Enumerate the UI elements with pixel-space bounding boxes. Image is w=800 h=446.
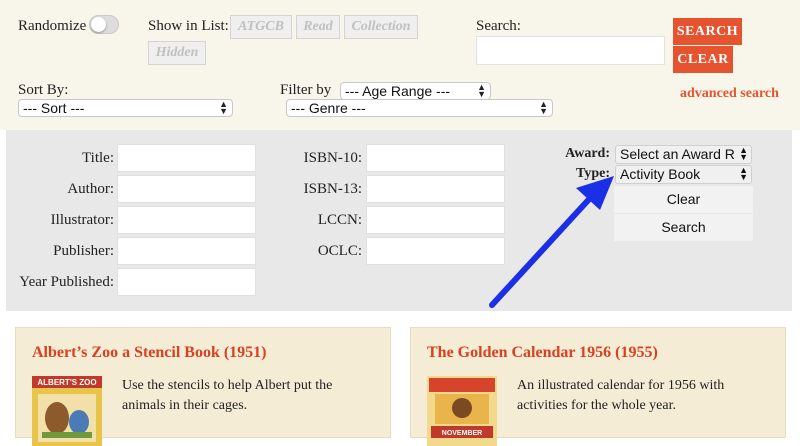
title-label: Title: bbox=[82, 150, 114, 166]
isbn10-label: ISBN-10: bbox=[303, 150, 362, 166]
chip-atgcb[interactable]: ATGCB bbox=[230, 15, 292, 39]
sort-by-label: Sort By: bbox=[18, 82, 69, 98]
isbn13-input[interactable] bbox=[366, 175, 505, 203]
publisher-label: Publisher: bbox=[53, 243, 114, 259]
publisher-input[interactable] bbox=[117, 237, 256, 265]
card-title[interactable]: Albert’s Zoo a Stencil Book (1951) bbox=[32, 344, 267, 362]
chip-hidden[interactable]: Hidden bbox=[148, 41, 206, 65]
search-input[interactable] bbox=[476, 36, 665, 65]
search-label: Search: bbox=[476, 18, 521, 34]
isbn10-input[interactable] bbox=[366, 144, 505, 172]
type-select[interactable]: Activity Book ▲ ▼ bbox=[615, 165, 752, 184]
type-select-value: Activity Book bbox=[620, 166, 701, 182]
advanced-search-link[interactable]: advanced search bbox=[680, 86, 779, 102]
isbn13-label: ISBN-13: bbox=[303, 181, 362, 197]
card-title[interactable]: The Golden Calendar 1956 (1955) bbox=[427, 344, 658, 362]
age-range-select[interactable]: --- Age Range --- ▲ ▼ bbox=[340, 82, 491, 100]
illustrator-label: Illustrator: bbox=[50, 212, 114, 228]
clear-button[interactable]: CLEAR bbox=[673, 46, 733, 73]
year-published-label: Year Published: bbox=[19, 274, 114, 290]
search-button[interactable]: SEARCH bbox=[673, 18, 742, 45]
type-label: Type: bbox=[576, 166, 610, 181]
author-label: Author: bbox=[67, 181, 114, 197]
title-input[interactable] bbox=[117, 144, 256, 172]
card-description: An illustrated calendar for 1956 with ac… bbox=[517, 378, 725, 413]
randomize-label: Randomize bbox=[18, 18, 87, 34]
advanced-clear-button[interactable]: Clear bbox=[614, 186, 753, 213]
book-cover-thumbnail[interactable]: ALBERT'S ZOO bbox=[32, 376, 102, 446]
oclc-input[interactable] bbox=[366, 237, 505, 265]
select-arrows-icon: ▲ ▼ bbox=[739, 165, 748, 182]
sort-select[interactable]: --- Sort --- ▲ ▼ bbox=[18, 99, 233, 117]
select-arrows-icon: ▲ ▼ bbox=[739, 145, 748, 162]
chip-read[interactable]: Read bbox=[296, 15, 340, 39]
oclc-label: OCLC: bbox=[317, 243, 362, 259]
genre-select[interactable]: --- Genre --- ▲ ▼ bbox=[286, 99, 553, 117]
toggle-knob bbox=[91, 17, 106, 32]
randomize-toggle[interactable] bbox=[89, 15, 119, 34]
cover-title-text: NOVEMBER bbox=[442, 430, 482, 437]
result-card[interactable]: Albert’s Zoo a Stencil Book (1951) ALBER… bbox=[15, 327, 391, 446]
award-label: Award: bbox=[565, 146, 610, 161]
select-arrows-icon: ▲ ▼ bbox=[477, 82, 486, 99]
illustrator-input[interactable] bbox=[117, 206, 256, 234]
sort-select-value: --- Sort --- bbox=[23, 100, 85, 116]
cover-title-text: ALBERT'S ZOO bbox=[37, 378, 96, 387]
filter-by-label: Filter by bbox=[280, 82, 332, 98]
show-in-list-label: Show in List: bbox=[148, 18, 229, 34]
result-card[interactable]: The Golden Calendar 1956 (1955) NOVEMBER… bbox=[410, 327, 786, 446]
age-range-value: --- Age Range --- bbox=[345, 83, 451, 99]
award-select[interactable]: Select an Award R ▲ ▼ bbox=[615, 145, 752, 164]
select-arrows-icon: ▲ ▼ bbox=[219, 99, 228, 116]
select-arrows-icon: ▲ ▼ bbox=[539, 99, 548, 116]
advanced-search-button[interactable]: Search bbox=[614, 214, 753, 241]
award-select-value: Select an Award R bbox=[620, 146, 735, 162]
chip-collection[interactable]: Collection bbox=[344, 15, 418, 39]
author-input[interactable] bbox=[117, 175, 256, 203]
genre-select-value: --- Genre --- bbox=[291, 100, 366, 116]
year-published-input[interactable] bbox=[117, 268, 256, 296]
lccn-input[interactable] bbox=[366, 206, 505, 234]
card-description: Use the stencils to help Albert put the … bbox=[122, 378, 333, 413]
calendar-cover-thumbnail[interactable]: NOVEMBER bbox=[427, 376, 497, 446]
lccn-label: LCCN: bbox=[317, 212, 362, 228]
